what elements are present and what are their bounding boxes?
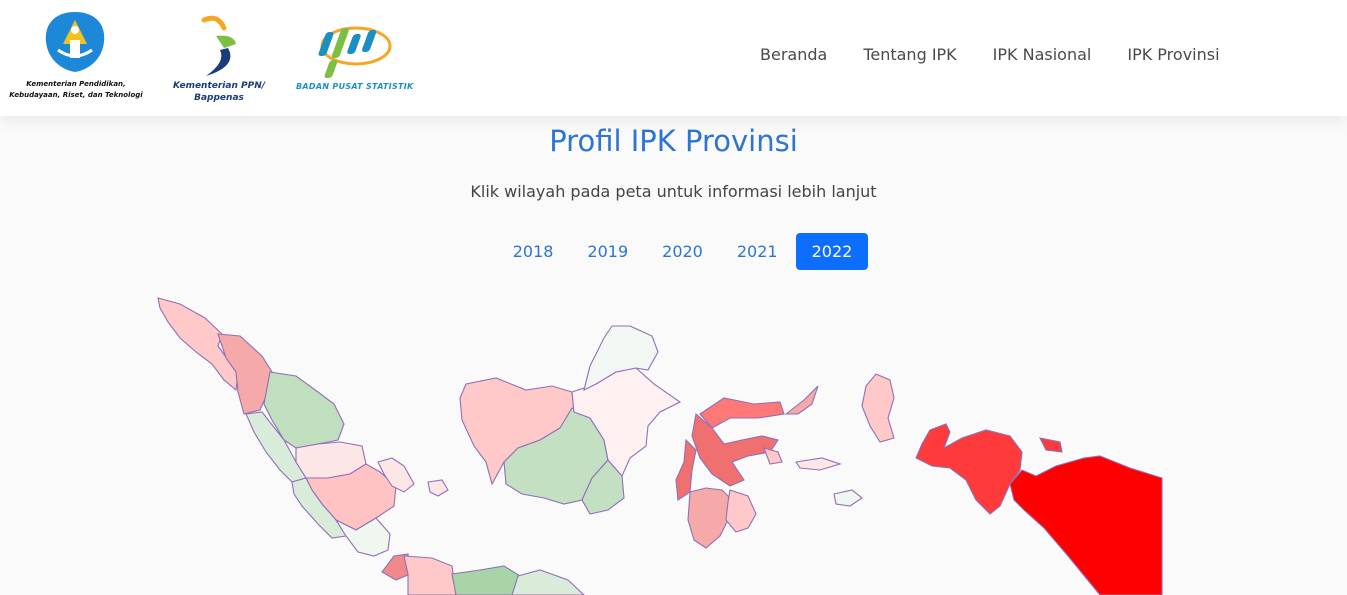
province-papua-island[interactable] bbox=[1039, 437, 1063, 453]
province-jawa-tengah[interactable] bbox=[451, 565, 521, 595]
indonesia-map bbox=[157, 297, 1163, 595]
province-jawa-timur[interactable] bbox=[511, 569, 585, 595]
province-papua-barat[interactable] bbox=[915, 423, 1023, 515]
province-maluku[interactable] bbox=[833, 489, 863, 507]
province-gorontalo[interactable] bbox=[784, 385, 819, 415]
bappenas-logo[interactable] bbox=[198, 14, 244, 78]
province-sulawesi-selatan[interactable] bbox=[687, 487, 733, 549]
navbar: Kementerian Pendidikan, Kebudayaan, Rise… bbox=[0, 0, 1347, 116]
nav-tentang-ipk[interactable]: Tentang IPK bbox=[863, 45, 956, 64]
nav-ipk-provinsi[interactable]: IPK Provinsi bbox=[1127, 45, 1219, 64]
province-sulawesi-utara[interactable] bbox=[699, 397, 785, 429]
bps-logo[interactable] bbox=[318, 22, 398, 80]
bappenas-logo-text: Kementerian PPN/ Bappenas bbox=[172, 81, 266, 103]
province-maluku-utara[interactable] bbox=[861, 373, 895, 443]
province-maluku-island[interactable] bbox=[795, 457, 842, 471]
nav-links: Beranda Tentang IPK IPK Nasional IPK Pro… bbox=[760, 45, 1256, 64]
province-babel[interactable] bbox=[427, 479, 449, 497]
province-sulteng-island[interactable] bbox=[763, 447, 783, 465]
province-papua[interactable] bbox=[1009, 455, 1163, 595]
province-jawa-barat[interactable] bbox=[403, 555, 457, 595]
nav-ipk-nasional[interactable]: IPK Nasional bbox=[993, 45, 1092, 64]
bps-logo-text: BADAN PUSAT STATISTIK bbox=[296, 82, 414, 91]
kemdikbud-logo-text: Kementerian Pendidikan, Kebudayaan, Rise… bbox=[9, 80, 143, 99]
kemdikbud-logo[interactable] bbox=[40, 10, 110, 74]
nav-beranda[interactable]: Beranda bbox=[760, 45, 827, 64]
province-sulawesi-tenggara[interactable] bbox=[725, 489, 757, 533]
